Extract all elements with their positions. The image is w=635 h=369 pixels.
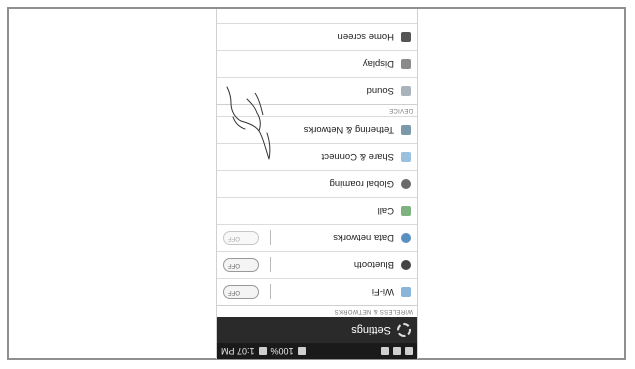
share-icon (401, 152, 411, 162)
settings-item-label: Data networks (333, 232, 394, 244)
settings-item-global-roaming[interactable]: Global roaming (217, 170, 417, 197)
settings-item-label: Home screen (337, 31, 395, 43)
settings-item-data-networks[interactable]: Data networks OFF (217, 224, 417, 251)
bluetooth-toggle[interactable]: OFF (223, 258, 259, 272)
wifi-toggle[interactable]: OFF (223, 285, 259, 299)
notification-icon (393, 347, 401, 355)
home-icon (401, 32, 411, 42)
divider (270, 230, 271, 246)
settings-item-call[interactable]: Call (217, 197, 417, 224)
wifi-icon (401, 287, 411, 297)
sd-card-icon (381, 347, 389, 355)
data-networks-toggle[interactable]: OFF (223, 231, 259, 245)
page-title: Settings (351, 324, 391, 336)
settings-item-label: Global roaming (329, 178, 394, 190)
pointing-hand-icon (226, 86, 271, 160)
toggle-label: OFF (228, 262, 240, 268)
action-bar: Settings (217, 317, 417, 343)
clock: 1:07 PM (221, 346, 255, 356)
data-networks-icon (401, 233, 411, 243)
toggle-label: OFF (228, 235, 240, 241)
divider (270, 284, 271, 300)
status-bar: 100% 1:07 PM (217, 343, 417, 359)
divider (270, 257, 271, 273)
gear-icon (397, 323, 411, 337)
display-icon (401, 59, 411, 69)
settings-item-label: Bluetooth (353, 259, 394, 271)
section-header-wireless: WIRELESS & NETWORKS (217, 305, 417, 317)
signal-icon (297, 347, 306, 355)
phone-icon (401, 206, 411, 216)
settings-item-home-screen[interactable]: Home screen (217, 23, 417, 50)
globe-icon (401, 179, 411, 189)
battery-level: 100% (270, 346, 294, 356)
settings-item-label: Display (362, 58, 394, 70)
speaker-icon (401, 86, 411, 96)
tethering-icon (401, 125, 411, 135)
toggle-label: OFF (228, 289, 240, 295)
usb-icon (405, 347, 413, 355)
phone-screen: 100% 1:07 PM Settings WIRELESS & NETWORK… (216, 9, 418, 359)
battery-icon (258, 347, 267, 355)
settings-item-label: Call (377, 205, 394, 217)
bluetooth-icon (401, 260, 411, 270)
settings-item-bluetooth[interactable]: Bluetooth OFF (217, 251, 417, 278)
settings-item-display[interactable]: Display (217, 50, 417, 77)
settings-item-wifi[interactable]: Wi-Fi OFF (217, 278, 417, 305)
settings-item-label: Wi-Fi (371, 286, 394, 298)
